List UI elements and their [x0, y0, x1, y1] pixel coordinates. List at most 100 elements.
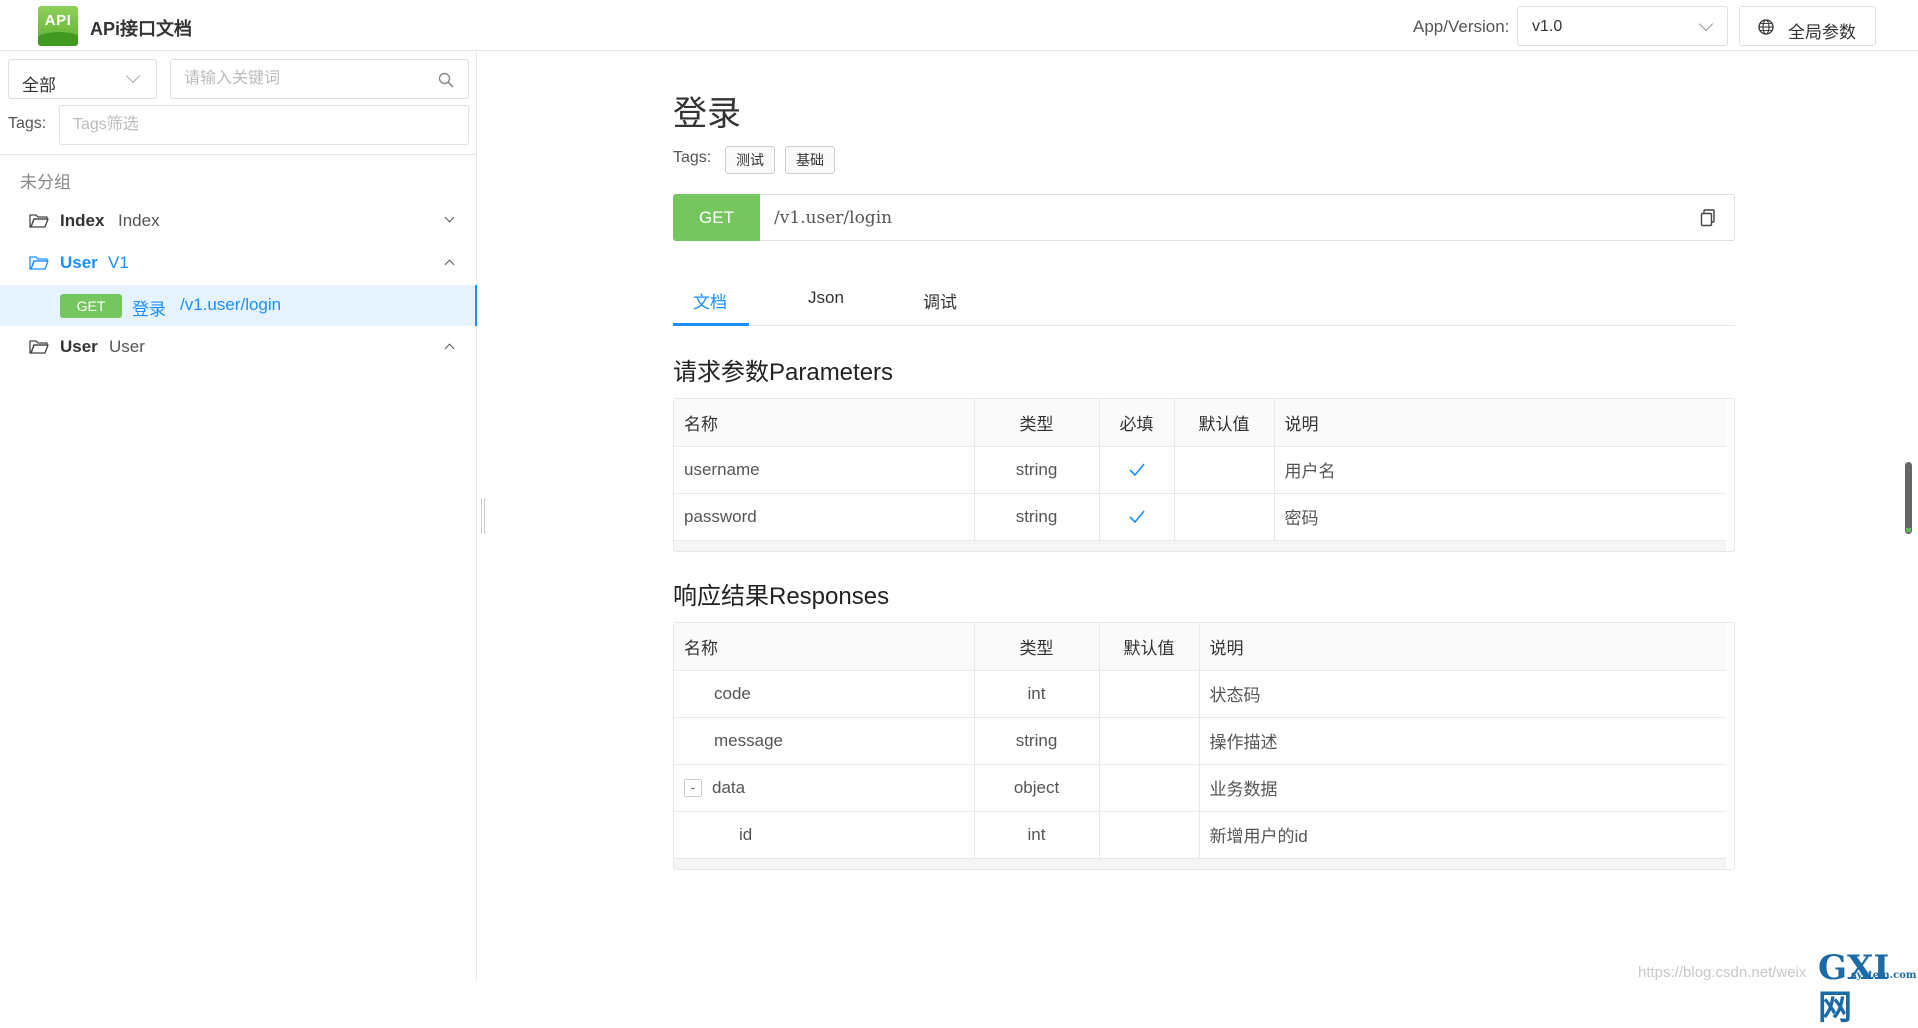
folder-open-icon — [29, 340, 49, 354]
tab-json[interactable]: Json — [808, 288, 844, 308]
response-type: object — [974, 764, 1100, 812]
responses-header-row: 名称 类型 默认值 说明 — [674, 623, 1726, 671]
sidebar-group-index[interactable]: Index Index — [0, 201, 477, 241]
group-name: Index — [60, 211, 105, 230]
table-scrollbar[interactable] — [674, 540, 1726, 551]
group-name: User — [60, 337, 98, 356]
col-default: 默认值 — [1174, 399, 1275, 447]
col-name: 名称 — [674, 623, 975, 671]
response-type: int — [974, 670, 1100, 718]
response-name: code — [674, 670, 975, 718]
global-params-button[interactable]: 全局参数 — [1739, 6, 1876, 46]
group-filter-select[interactable]: 全部 — [8, 59, 157, 99]
folder-open-icon — [29, 214, 49, 228]
copy-icon[interactable] — [1700, 209, 1716, 227]
group-filter-value: 全部 — [22, 76, 56, 95]
top-header: API APi接口文档 App/Version: v1.0 全局参数 — [0, 0, 1918, 51]
chevron-down-icon — [444, 212, 455, 223]
col-type: 类型 — [974, 623, 1100, 671]
global-params-label: 全局参数 — [1788, 23, 1856, 42]
chevron-down-icon — [1698, 16, 1714, 32]
group-name: User — [60, 253, 98, 272]
col-type: 类型 — [974, 399, 1100, 447]
params-header-row: 名称 类型 必填 默认值 说明 — [674, 399, 1726, 447]
response-type: int — [974, 811, 1100, 859]
response-desc: 业务数据 — [1199, 764, 1726, 812]
search-box[interactable] — [170, 59, 469, 99]
sidebar-api-login[interactable]: GET 登录 /v1.user/login — [0, 285, 477, 326]
param-name: username — [674, 446, 975, 494]
check-icon — [1128, 510, 1145, 524]
logo-wave — [38, 32, 78, 46]
chevron-up-icon — [444, 343, 455, 354]
param-type: string — [974, 493, 1100, 541]
sidebar-divider — [0, 154, 477, 155]
response-default — [1099, 717, 1200, 765]
table-row: - data object 业务数据 — [674, 764, 1726, 812]
table-row: password string 密码 — [674, 493, 1726, 541]
app-title: APi接口文档 — [90, 19, 193, 39]
tab-docs[interactable]: 文档 — [693, 288, 727, 313]
active-tab-indicator — [673, 323, 749, 326]
check-icon — [1128, 463, 1145, 477]
table-row: message string 操作描述 — [674, 717, 1726, 765]
tags-filter-box[interactable] — [59, 105, 469, 145]
table-row: code int 状态码 — [674, 670, 1726, 718]
param-name: password — [674, 493, 975, 541]
tag-badge[interactable]: 基础 — [785, 146, 835, 174]
search-icon[interactable] — [438, 72, 454, 88]
method-badge: GET — [673, 194, 760, 241]
param-type: string — [974, 446, 1100, 494]
tags-filter-input[interactable] — [73, 106, 313, 144]
version-select[interactable]: v1.0 — [1517, 6, 1728, 46]
watermark-logo: GXI网 system.com — [1818, 948, 1916, 1028]
folder-open-icon — [29, 256, 49, 270]
response-desc: 操作描述 — [1199, 717, 1726, 765]
app-logo[interactable]: API — [38, 6, 78, 46]
search-input[interactable] — [184, 60, 424, 98]
page-title: 登录 — [673, 95, 741, 133]
response-name: data — [712, 777, 746, 797]
collapse-row-button[interactable]: - — [684, 779, 702, 798]
sidebar-resize-handle[interactable] — [481, 498, 485, 534]
chevron-up-icon — [444, 259, 455, 270]
param-required — [1099, 493, 1175, 541]
response-type: string — [974, 717, 1100, 765]
watermark-logo-text: GXI网 — [1818, 948, 1890, 1028]
url-bar: GET /v1.user/login — [673, 194, 1735, 241]
doc-tabs: 文档 Json 调试 — [673, 280, 1735, 326]
group-desc: Index — [118, 211, 160, 230]
col-desc: 说明 — [1199, 623, 1726, 671]
tags-filter-label: Tags: — [8, 115, 47, 132]
ungrouped-label: 未分组 — [20, 173, 71, 192]
tab-debug[interactable]: 调试 — [923, 288, 957, 313]
responses-section-title: 响应结果Responses — [673, 583, 890, 610]
col-required: 必填 — [1099, 399, 1175, 447]
group-desc: User — [109, 337, 145, 356]
col-name: 名称 — [674, 399, 975, 447]
response-default — [1099, 670, 1200, 718]
sidebar-group-user[interactable]: User User — [0, 327, 477, 367]
responses-table: 名称 类型 默认值 说明 code int 状态码 message string… — [673, 622, 1735, 870]
col-desc: 说明 — [1274, 399, 1726, 447]
page-scrollbar-thumb[interactable] — [1905, 462, 1912, 534]
response-default — [1099, 764, 1200, 812]
table-scrollbar[interactable] — [674, 858, 1726, 869]
tag-badge[interactable]: 测试 — [725, 146, 775, 174]
sidebar: 全部 Tags: 未分组 Index Index User V1 — [0, 51, 477, 981]
sidebar-group-user-v1[interactable]: User V1 — [0, 243, 477, 283]
api-name: 登录 — [132, 300, 166, 319]
response-desc: 状态码 — [1199, 670, 1726, 718]
main-content: 登录 Tags: 测试 基础 GET /v1.user/login 文档 Jso… — [488, 51, 1918, 981]
param-default — [1174, 446, 1275, 494]
group-desc: V1 — [108, 253, 129, 272]
watermark-text: https://blog.csdn.net/weix — [1638, 964, 1807, 981]
version-label: App/Version: — [1413, 17, 1510, 36]
response-name-cell: - data — [674, 764, 975, 812]
globe-icon — [1758, 19, 1774, 35]
param-desc: 密码 — [1274, 493, 1726, 541]
response-default — [1099, 811, 1200, 859]
response-name: message — [674, 717, 975, 765]
response-name: id — [674, 811, 975, 859]
param-required — [1099, 446, 1175, 494]
